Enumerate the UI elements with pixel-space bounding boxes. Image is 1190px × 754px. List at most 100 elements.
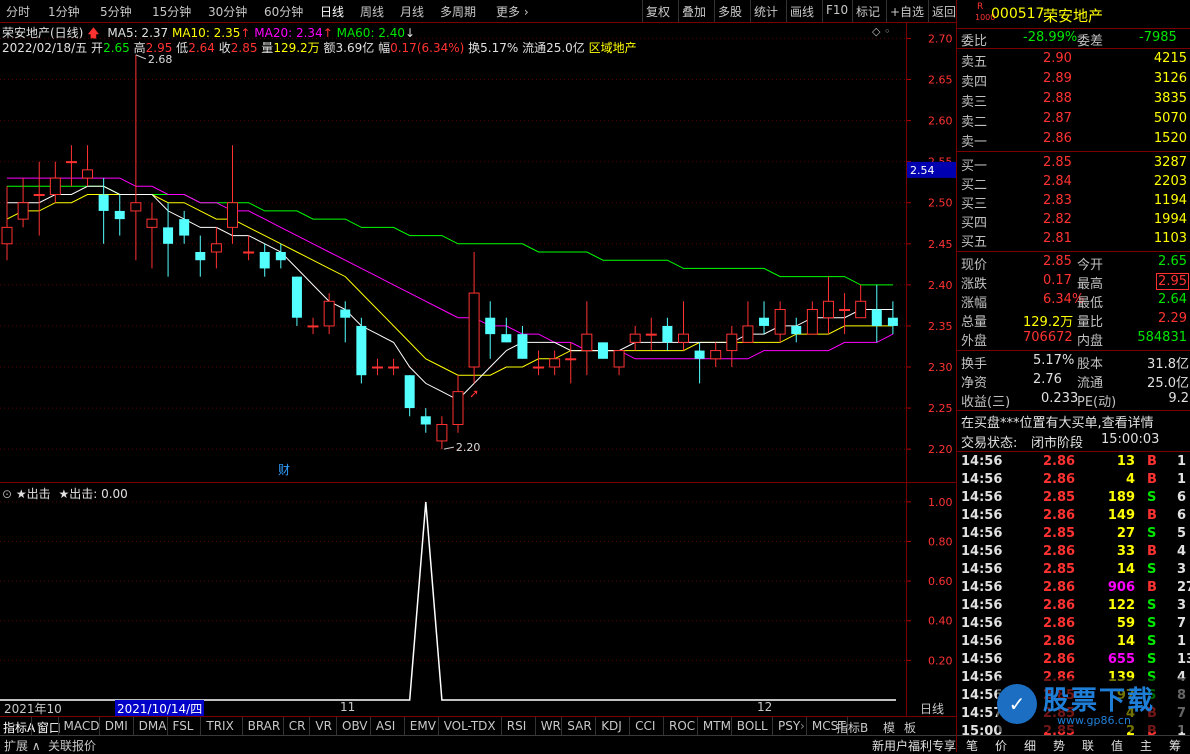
- period-btn-9[interactable]: 多周期: [440, 3, 476, 20]
- candle[interactable]: [323, 293, 335, 335]
- candle[interactable]: [210, 227, 222, 269]
- candle[interactable]: [195, 235, 206, 277]
- candle[interactable]: [275, 243, 286, 269]
- candle[interactable]: [179, 210, 190, 244]
- candle[interactable]: [307, 317, 319, 335]
- indicator-tab-15[interactable]: WR: [541, 719, 561, 733]
- candle[interactable]: [163, 202, 174, 277]
- promo-link[interactable]: 新用户福利专享: [872, 737, 956, 754]
- sell-level-2[interactable]: 卖二 2.87 5070: [957, 110, 1190, 130]
- candle[interactable]: [517, 325, 528, 359]
- candle[interactable]: [710, 342, 722, 367]
- period-btn-10[interactable]: 更多 ›: [496, 3, 529, 20]
- indicator-tab-16[interactable]: SAR: [567, 719, 591, 733]
- candle[interactable]: [613, 350, 625, 376]
- related-quotes-button[interactable]: 关联报价: [48, 737, 96, 754]
- period-btn-3[interactable]: 15分钟: [152, 3, 191, 20]
- candle[interactable]: [662, 317, 673, 351]
- tool-btn-6[interactable]: 标记: [856, 3, 880, 20]
- candle[interactable]: [597, 342, 608, 359]
- buy-level-2[interactable]: 买二 2.84 2203: [957, 173, 1190, 193]
- candle[interactable]: [774, 301, 786, 343]
- candle[interactable]: [806, 301, 818, 335]
- indicator-tab-19[interactable]: ROC: [669, 719, 695, 733]
- candle[interactable]: [533, 350, 545, 376]
- indicator-tab-14[interactable]: RSI: [507, 719, 527, 733]
- tool-btn-1[interactable]: 叠加: [682, 3, 706, 20]
- candle[interactable]: [726, 325, 738, 367]
- candle[interactable]: [629, 325, 641, 351]
- indicator-tab-11[interactable]: ASI: [376, 719, 395, 733]
- indicator-tab-21[interactable]: BOLL: [737, 719, 768, 733]
- candle[interactable]: [259, 243, 270, 277]
- scroll-right-icon[interactable]: ›: [800, 719, 805, 733]
- candle[interactable]: [33, 161, 45, 236]
- tool-btn-2[interactable]: 多股: [718, 3, 742, 20]
- period-label[interactable]: 日线: [906, 700, 957, 716]
- indicator-tab-4[interactable]: DMA: [139, 719, 167, 733]
- expand-button[interactable]: 扩展 ∧: [4, 737, 41, 754]
- indicator-tab-6[interactable]: TRIX: [206, 719, 233, 733]
- sell-level-4[interactable]: 卖四 2.89 3126: [957, 70, 1190, 90]
- buy-level-1[interactable]: 买一 2.85 3287: [957, 154, 1190, 174]
- tool-btn-3[interactable]: 统计: [754, 3, 778, 20]
- indicator-tab-20[interactable]: MTM: [703, 719, 731, 733]
- tool-btn-5[interactable]: F10: [826, 3, 848, 17]
- period-btn-4[interactable]: 30分钟: [208, 3, 247, 20]
- candle[interactable]: [17, 178, 29, 228]
- tool-btn-4[interactable]: 画线: [790, 3, 814, 20]
- period-btn-0[interactable]: 分时: [6, 3, 30, 20]
- indicator-tab-13[interactable]: VOL-TDX: [444, 719, 496, 733]
- indicator-tab-17[interactable]: KDJ: [601, 719, 622, 733]
- finance-marker[interactable]: 财: [278, 463, 290, 477]
- indicator-tab-12[interactable]: EMV: [410, 719, 436, 733]
- candle[interactable]: [791, 317, 802, 343]
- indicator-tab-8[interactable]: CR: [289, 719, 306, 733]
- buy-level-4[interactable]: 买四 2.82 1994: [957, 211, 1190, 231]
- candle[interactable]: [227, 145, 238, 244]
- candle[interactable]: [243, 235, 255, 261]
- indicator-right-1[interactable]: 模: [883, 719, 895, 736]
- candle[interactable]: [501, 317, 512, 343]
- candle[interactable]: [146, 202, 158, 269]
- indicator-tab-5[interactable]: FSL: [173, 719, 194, 733]
- period-btn-6[interactable]: 日线: [320, 3, 344, 20]
- candle[interactable]: [485, 301, 496, 359]
- sell-level-5[interactable]: 卖五 2.90 4215: [957, 50, 1190, 70]
- period-btn-2[interactable]: 5分钟: [100, 3, 132, 20]
- candle[interactable]: [291, 276, 302, 326]
- indicator-tab-2[interactable]: MACD: [64, 719, 100, 733]
- candle[interactable]: [855, 284, 867, 319]
- candle[interactable]: [468, 252, 480, 384]
- candle[interactable]: [1, 186, 13, 261]
- candle[interactable]: [549, 350, 561, 376]
- period-btn-5[interactable]: 60分钟: [264, 3, 303, 20]
- period-btn-1[interactable]: 1分钟: [48, 3, 80, 20]
- indicator-right-0[interactable]: 指标B: [836, 719, 868, 736]
- indicator-tab-7[interactable]: BRAR: [248, 719, 281, 733]
- candle[interactable]: [759, 301, 770, 335]
- candle[interactable]: [130, 54, 142, 261]
- signal-chart[interactable]: [0, 482, 906, 702]
- indicator-right-2[interactable]: 板: [904, 719, 916, 736]
- indicator-tab-10[interactable]: OBV: [342, 719, 368, 733]
- candle[interactable]: [404, 375, 415, 417]
- candle[interactable]: [436, 416, 448, 450]
- big-order-notice[interactable]: 在买盘***位置有大买单,查看详情: [957, 411, 1190, 431]
- indicator-tab-22[interactable]: PSY: [778, 719, 800, 733]
- buy-level-3[interactable]: 买三 2.83 1194: [957, 192, 1190, 212]
- candle[interactable]: [887, 301, 898, 335]
- sell-level-1[interactable]: 卖一 2.86 1520: [957, 130, 1190, 150]
- buy-level-5[interactable]: 买五 2.81 1103: [957, 230, 1190, 250]
- candle[interactable]: [742, 301, 754, 343]
- indicator-tab-9[interactable]: VR: [315, 719, 332, 733]
- period-btn-8[interactable]: 月线: [400, 3, 424, 20]
- candle[interactable]: [871, 284, 882, 343]
- candle[interactable]: [356, 317, 367, 384]
- candle[interactable]: [645, 317, 657, 351]
- period-btn-7[interactable]: 周线: [360, 3, 384, 20]
- candle[interactable]: [65, 145, 77, 187]
- indicator-tab-3[interactable]: DMI: [105, 719, 128, 733]
- candle[interactable]: [82, 145, 94, 187]
- tool-btn-7[interactable]: +自选: [890, 3, 924, 20]
